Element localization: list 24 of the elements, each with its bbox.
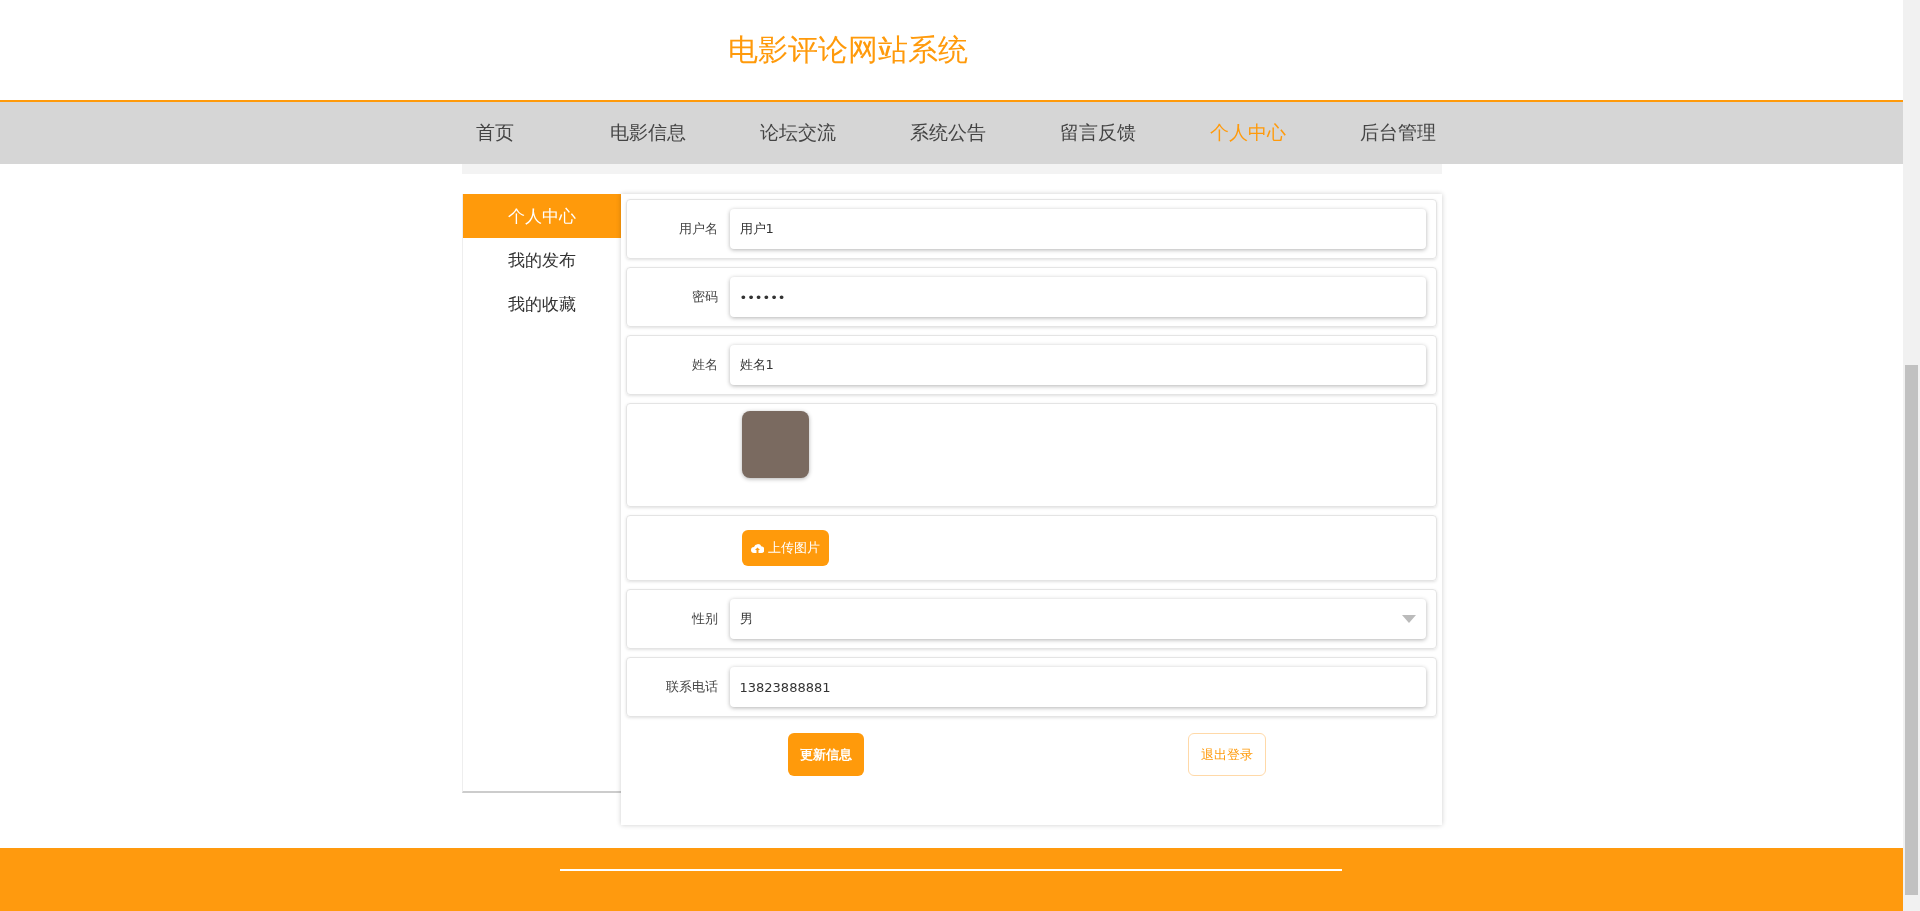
nav-link[interactable]: 论坛交流: [759, 120, 910, 146]
cloud-upload-icon: [750, 542, 764, 554]
sidebar-item[interactable]: 我的收藏: [462, 282, 621, 326]
select-field[interactable]: 男: [729, 599, 1426, 639]
text-field[interactable]: ••••••: [729, 277, 1426, 317]
sidebar-item[interactable]: 我的发布: [462, 238, 621, 282]
nav-link[interactable]: 系统公告: [909, 120, 1060, 146]
field-label: 联系电话: [664, 678, 719, 696]
caret-icon: [1401, 615, 1416, 623]
text-field[interactable]: 姓名1: [729, 345, 1426, 385]
scrollbar[interactable]: [1903, 0, 1920, 911]
photo-placeholder: [741, 411, 809, 478]
field-label: 性别: [690, 610, 719, 628]
text-field[interactable]: 用户1: [729, 209, 1426, 249]
site-title: 电影评论网站系统: [727, 30, 968, 69]
scrollbar-thumb[interactable]: [1905, 365, 1918, 895]
field-label: 用户名: [677, 220, 719, 238]
nav-link[interactable]: 首页: [475, 120, 610, 146]
nav-link[interactable]: 留言反馈: [1059, 120, 1210, 146]
field-label: 密码: [690, 288, 719, 306]
text-field[interactable]: 13823888881: [729, 667, 1426, 707]
field-label: 姓名: [690, 356, 719, 374]
nav-link[interactable]: 电影信息: [609, 120, 760, 146]
nav-link[interactable]: 后台管理: [1359, 120, 1510, 146]
